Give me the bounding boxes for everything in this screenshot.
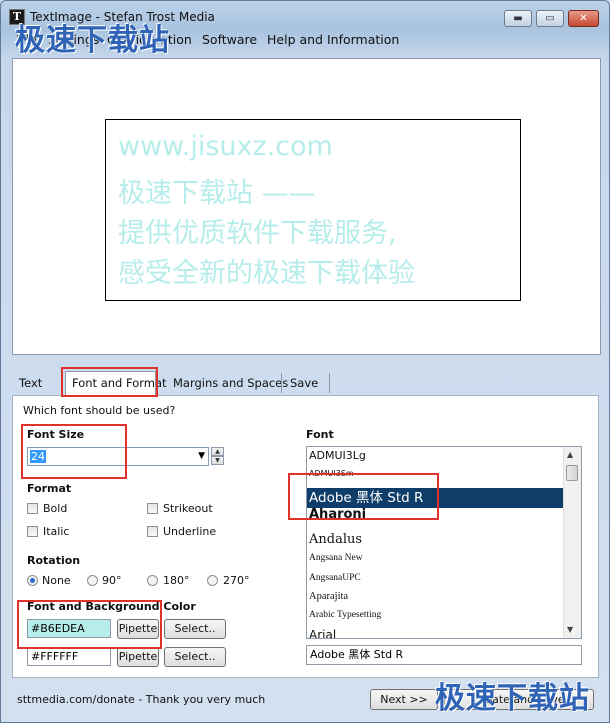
font-size-select[interactable]: 24 ▼	[27, 447, 209, 466]
font-list-item-selected[interactable]: Adobe 黑体 Std R	[307, 488, 565, 508]
arrow-up-icon[interactable]: ▲	[211, 447, 224, 456]
rotation-label: Rotation	[27, 554, 81, 567]
bold-checkbox[interactable]	[27, 503, 38, 514]
underline-label: Underline	[163, 525, 217, 538]
tab-separator	[329, 373, 330, 393]
scrollbar-thumb[interactable]	[566, 465, 578, 481]
font-list-scrollbar[interactable]: ▲ ▼	[563, 447, 581, 638]
maximize-button[interactable]: ▭	[536, 10, 564, 27]
menu-software[interactable]: Software	[202, 32, 257, 47]
font-listbox[interactable]: ADMUI3Lg ADMUI3Sm Adobe 黑体 Std R Aharoni…	[306, 446, 582, 639]
minimize-button[interactable]: ▬	[504, 10, 532, 27]
font-color-pipette-button[interactable]: Pipette	[117, 619, 159, 639]
colors-label: Font and Background Color	[27, 600, 196, 613]
rotation-90-label: 90°	[102, 574, 122, 587]
font-name-input[interactable]: Adobe 黑体 Std R	[306, 645, 582, 665]
tab-font-and-format[interactable]: Font and Format	[72, 376, 167, 390]
preview-line: 极速下载站 ——	[118, 178, 316, 209]
font-list-item[interactable]: Aharoni	[309, 507, 366, 522]
scroll-down-icon[interactable]: ▼	[567, 625, 573, 634]
chevron-down-icon[interactable]: ▼	[198, 451, 205, 461]
rotation-90-radio[interactable]	[87, 575, 98, 586]
format-label: Format	[27, 482, 72, 495]
watermark-bottom: 极速下载站	[435, 681, 590, 716]
font-list-item[interactable]: Angsana New	[309, 553, 363, 563]
watermark-top: 极速下载站	[15, 23, 170, 58]
app-window: T TextImage - Stefan Trost Media ▬ ▭ ✕ F…	[0, 0, 610, 723]
arrow-down-icon[interactable]: ▼	[211, 456, 224, 465]
preview-area: www.jisuxz.com 极速下载站 —— 提供优质软件下载服务, 感受全新…	[12, 58, 601, 355]
font-list-item[interactable]: Aparajita	[309, 591, 348, 602]
font-size-value: 24	[30, 450, 46, 463]
status-text[interactable]: sttmedia.com/donate - Thank you very muc…	[17, 693, 265, 706]
underline-checkbox[interactable]	[147, 526, 158, 537]
preview-line: 提供优质软件下载服务,	[118, 218, 397, 249]
bold-label: Bold	[43, 502, 68, 515]
background-color-pipette-button[interactable]: Pipette	[117, 647, 159, 667]
preview-line: www.jisuxz.com	[118, 131, 333, 162]
font-size-stepper[interactable]: ▲ ▼	[211, 447, 224, 466]
rotation-none-radio[interactable]	[27, 575, 38, 586]
tab-text[interactable]: Text	[19, 376, 42, 390]
font-list-item[interactable]: Andalus	[309, 532, 362, 547]
tab-margins-and-spaces[interactable]: Margins and Spaces	[173, 376, 288, 390]
rotation-none-label: None	[42, 574, 71, 587]
font-label: Font	[306, 428, 334, 441]
scroll-up-icon[interactable]: ▲	[567, 450, 573, 459]
font-question: Which font should be used?	[23, 404, 176, 417]
rotation-270-label: 270°	[223, 574, 250, 587]
font-color-select-button[interactable]: Select..	[164, 619, 226, 639]
font-list-item[interactable]: ADMUI3Lg	[309, 449, 366, 462]
strikeout-checkbox[interactable]	[147, 503, 158, 514]
background-color-field[interactable]: #FFFFFF	[27, 647, 111, 666]
font-size-label: Font Size	[27, 428, 85, 441]
menu-help-and-information[interactable]: Help and Information	[267, 32, 399, 47]
font-list-item[interactable]: Arial	[309, 628, 336, 638]
font-list-item[interactable]: ADMUI3Sm	[309, 469, 354, 478]
rotation-270-radio[interactable]	[207, 575, 218, 586]
next-button[interactable]: Next >>	[370, 689, 438, 710]
font-list-item[interactable]: Arabic Typesetting	[309, 610, 381, 620]
strikeout-label: Strikeout	[163, 502, 213, 515]
tab-separator	[281, 373, 282, 393]
rotation-180-label: 180°	[163, 574, 190, 587]
preview-line: 感受全新的极速下载体验	[118, 258, 415, 289]
italic-label: Italic	[43, 525, 70, 538]
rotation-180-radio[interactable]	[147, 575, 158, 586]
background-color-select-button[interactable]: Select..	[164, 647, 226, 667]
text-image-preview: www.jisuxz.com 极速下载站 —— 提供优质软件下载服务, 感受全新…	[105, 119, 521, 301]
font-list-item[interactable]: AngsanaUPC	[309, 573, 361, 583]
font-color-field[interactable]: #B6EDEA	[27, 619, 111, 638]
close-button[interactable]: ✕	[568, 10, 599, 27]
italic-checkbox[interactable]	[27, 526, 38, 537]
tab-save[interactable]: Save	[290, 376, 318, 390]
